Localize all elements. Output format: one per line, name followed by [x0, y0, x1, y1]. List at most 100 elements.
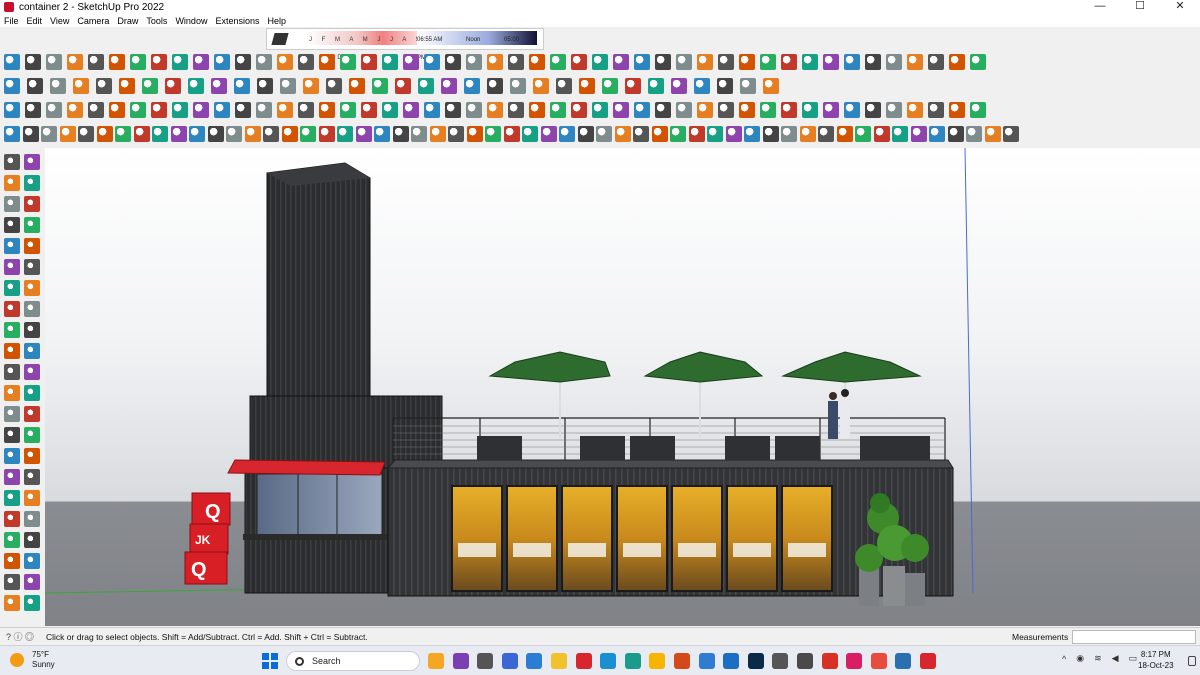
- toolbar-tool-icon[interactable]: [947, 126, 964, 142]
- toolbar-tool-icon[interactable]: [579, 78, 595, 94]
- large-tool-icon[interactable]: [24, 574, 40, 590]
- toolbar-tool-icon[interactable]: [130, 54, 146, 70]
- toolbar-tool-icon[interactable]: [844, 102, 860, 118]
- toolbar-tool-icon[interactable]: [424, 54, 440, 70]
- toolbar-tool-icon[interactable]: [592, 102, 608, 118]
- toolbar-tool-icon[interactable]: [739, 102, 755, 118]
- toolbar-tool-icon[interactable]: [707, 126, 723, 142]
- toolbar-tool-icon[interactable]: [115, 126, 131, 142]
- toolbar-tool-icon[interactable]: [886, 54, 902, 70]
- toolbar-tool-icon[interactable]: [510, 78, 526, 94]
- toolbar-tool-icon[interactable]: [529, 102, 545, 118]
- shadow-toggle-icon[interactable]: [271, 33, 289, 45]
- taskbar-app-icon[interactable]: [526, 653, 543, 669]
- large-tool-icon[interactable]: [4, 385, 20, 401]
- large-tool-icon[interactable]: [24, 553, 40, 569]
- toolbar-tool-icon[interactable]: [487, 54, 503, 70]
- toolbar-tool-icon[interactable]: [395, 78, 411, 94]
- toolbar-tool-icon[interactable]: [592, 54, 608, 70]
- taskbar-app-icon[interactable]: [501, 653, 518, 669]
- toolbar-tool-icon[interactable]: [374, 126, 390, 142]
- toolbar-tool-icon[interactable]: [655, 102, 671, 118]
- toolbar-tool-icon[interactable]: [170, 126, 187, 142]
- toolbar-tool-icon[interactable]: [725, 126, 742, 142]
- menu-camera[interactable]: Camera: [77, 16, 109, 26]
- toolbar-tool-icon[interactable]: [602, 78, 618, 94]
- toolbar-tool-icon[interactable]: [88, 102, 104, 118]
- large-tool-icon[interactable]: [4, 511, 20, 527]
- large-tool-icon[interactable]: [4, 238, 20, 254]
- menu-window[interactable]: Window: [175, 16, 207, 26]
- toolbar-tool-icon[interactable]: [214, 102, 230, 118]
- toolbar-tool-icon[interactable]: [1003, 126, 1019, 142]
- toolbar-tool-icon[interactable]: [67, 54, 83, 70]
- toolbar-tool-icon[interactable]: [403, 102, 419, 118]
- toolbar-tool-icon[interactable]: [697, 54, 713, 70]
- large-tool-icon[interactable]: [24, 175, 40, 191]
- toolbar-tool-icon[interactable]: [445, 54, 461, 70]
- large-tool-icon[interactable]: [24, 385, 40, 401]
- toolbar-tool-icon[interactable]: [193, 102, 209, 118]
- toolbar-tool-icon[interactable]: [303, 78, 319, 94]
- toolbar-tool-icon[interactable]: [188, 78, 204, 94]
- large-tool-icon[interactable]: [4, 280, 20, 296]
- toolbar-tool-icon[interactable]: [613, 54, 629, 70]
- toolbar-tool-icon[interactable]: [172, 54, 188, 70]
- toolbar-tool-icon[interactable]: [130, 102, 146, 118]
- toolbar-tool-icon[interactable]: [928, 54, 944, 70]
- toolbar-tool-icon[interactable]: [151, 54, 167, 70]
- taskbar-app-icon[interactable]: [624, 653, 641, 669]
- toolbar-tool-icon[interactable]: [540, 126, 557, 142]
- toolbar-tool-icon[interactable]: [844, 54, 860, 70]
- battery-icon[interactable]: ▭: [1129, 653, 1138, 664]
- toolbar-tool-icon[interactable]: [966, 126, 982, 142]
- toolbar-tool-icon[interactable]: [865, 102, 881, 118]
- toolbar-tool-icon[interactable]: [676, 54, 692, 70]
- month-slider[interactable]: J F M A M J J A S O N D: [307, 31, 433, 61]
- large-tool-icon[interactable]: [24, 343, 40, 359]
- toolbar-tool-icon[interactable]: [655, 54, 671, 70]
- large-tool-icon[interactable]: [4, 406, 20, 422]
- toolbar-tool-icon[interactable]: [949, 102, 965, 118]
- toolbar-tool-icon[interactable]: [485, 126, 501, 142]
- toolbar-tool-icon[interactable]: [625, 78, 641, 94]
- taskbar-app-icon[interactable]: [600, 653, 617, 669]
- toolbar-tool-icon[interactable]: [571, 54, 587, 70]
- taskbar-app-icon[interactable]: [723, 653, 740, 669]
- toolbar-tool-icon[interactable]: [25, 102, 41, 118]
- toolbar-tool-icon[interactable]: [556, 78, 572, 94]
- toolbar-tool-icon[interactable]: [508, 102, 524, 118]
- toolbar-tool-icon[interactable]: [4, 54, 20, 70]
- toolbar-tool-icon[interactable]: [697, 102, 713, 118]
- toolbar-tool-icon[interactable]: [970, 54, 986, 70]
- toolbar-tool-icon[interactable]: [559, 126, 575, 142]
- large-tool-icon[interactable]: [24, 364, 40, 380]
- menu-view[interactable]: View: [50, 16, 69, 26]
- large-tool-icon[interactable]: [24, 595, 40, 611]
- toolbar-tool-icon[interactable]: [235, 102, 251, 118]
- toolbar-tool-icon[interactable]: [151, 102, 167, 118]
- taskbar-app-icon[interactable]: [772, 653, 789, 669]
- toolbar-tool-icon[interactable]: [4, 126, 20, 142]
- toolbar-tool-icon[interactable]: [78, 126, 94, 142]
- toolbar-tool-icon[interactable]: [109, 102, 125, 118]
- toolbar-tool-icon[interactable]: [445, 102, 461, 118]
- taskbar-app-icon[interactable]: [698, 653, 715, 669]
- minimize-button[interactable]: —: [1080, 0, 1120, 14]
- menu-file[interactable]: File: [4, 16, 19, 26]
- large-tool-icon[interactable]: [24, 469, 40, 485]
- taskbar-app-icon[interactable]: [747, 653, 764, 669]
- taskbar-app-icon[interactable]: [428, 653, 444, 669]
- toolbar-tool-icon[interactable]: [361, 102, 377, 118]
- toolbar-tool-icon[interactable]: [448, 126, 464, 142]
- toolbar-tool-icon[interactable]: [319, 54, 335, 70]
- large-tool-icon[interactable]: [24, 322, 40, 338]
- toolbar-tool-icon[interactable]: [193, 54, 209, 70]
- toolbar-tool-icon[interactable]: [487, 78, 503, 94]
- toolbar-tool-icon[interactable]: [277, 102, 293, 118]
- toolbar-tool-icon[interactable]: [318, 126, 335, 142]
- toolbar-tool-icon[interactable]: [214, 54, 230, 70]
- toolbar-tool-icon[interactable]: [781, 54, 797, 70]
- toolbar-tool-icon[interactable]: [855, 126, 871, 142]
- large-tool-icon[interactable]: [4, 343, 20, 359]
